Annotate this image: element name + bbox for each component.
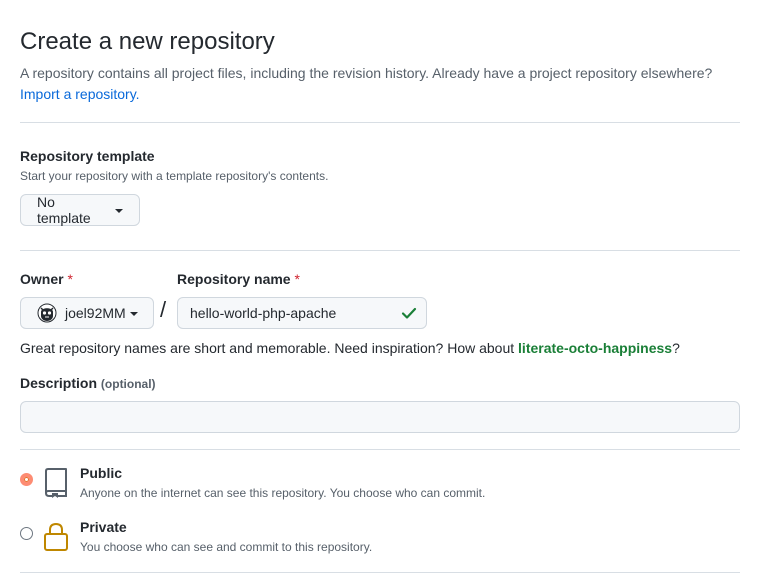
check-icon: [401, 305, 417, 321]
owner-label: Owner *: [20, 269, 73, 289]
page-description: A repository contains all project files,…: [20, 63, 740, 105]
divider: [20, 250, 740, 251]
owner-repo-separator: /: [160, 297, 167, 322]
name-suggestion-link[interactable]: literate-octo-happiness: [518, 340, 672, 356]
required-mark: *: [294, 271, 300, 287]
page-title: Create a new repository: [20, 28, 275, 55]
divider: [20, 449, 740, 450]
octocat-avatar-icon: [37, 303, 57, 323]
optional-tag: (optional): [100, 377, 156, 391]
private-radio[interactable]: [20, 527, 33, 540]
caret-down-icon: [115, 209, 123, 213]
description-label-text: Description: [20, 375, 98, 391]
template-note: Start your repository with a template re…: [20, 169, 329, 183]
page-description-text: A repository contains all project files,…: [20, 65, 713, 81]
caret-down-icon: [129, 312, 138, 316]
hint-suffix: ?: [672, 340, 680, 356]
new-repository-page: Create a new repository A repository con…: [0, 0, 771, 580]
hint-text: Great repository names are short and mem…: [20, 340, 519, 356]
owner-label-text: Owner: [20, 271, 64, 287]
repo-name-label: Repository name *: [177, 269, 300, 289]
public-option-title: Public: [80, 465, 123, 481]
description-input[interactable]: [20, 401, 740, 433]
divider: [20, 122, 740, 123]
public-radio[interactable]: [20, 473, 33, 486]
lock-icon: [43, 521, 69, 558]
repo-name-hint: Great repository names are short and mem…: [20, 338, 680, 358]
import-repository-link[interactable]: Import a repository.: [20, 86, 140, 102]
template-select-label: No template: [37, 194, 91, 226]
owner-select-button[interactable]: joel92MM: [20, 297, 154, 329]
repo-name-label-text: Repository name: [177, 271, 291, 287]
repo-name-input[interactable]: [177, 297, 427, 329]
required-mark: *: [67, 271, 73, 287]
template-label: Repository template: [20, 148, 155, 164]
private-option-title: Private: [80, 519, 127, 535]
owner-name: joel92MM: [65, 305, 126, 321]
repo-icon: [43, 467, 69, 504]
divider: [20, 572, 740, 573]
public-option-description: Anyone on the internet can see this repo…: [80, 486, 486, 500]
description-label: Description (optional): [20, 373, 156, 394]
private-option-description: You choose who can see and commit to thi…: [80, 540, 373, 554]
template-select-button[interactable]: No template: [20, 194, 140, 226]
